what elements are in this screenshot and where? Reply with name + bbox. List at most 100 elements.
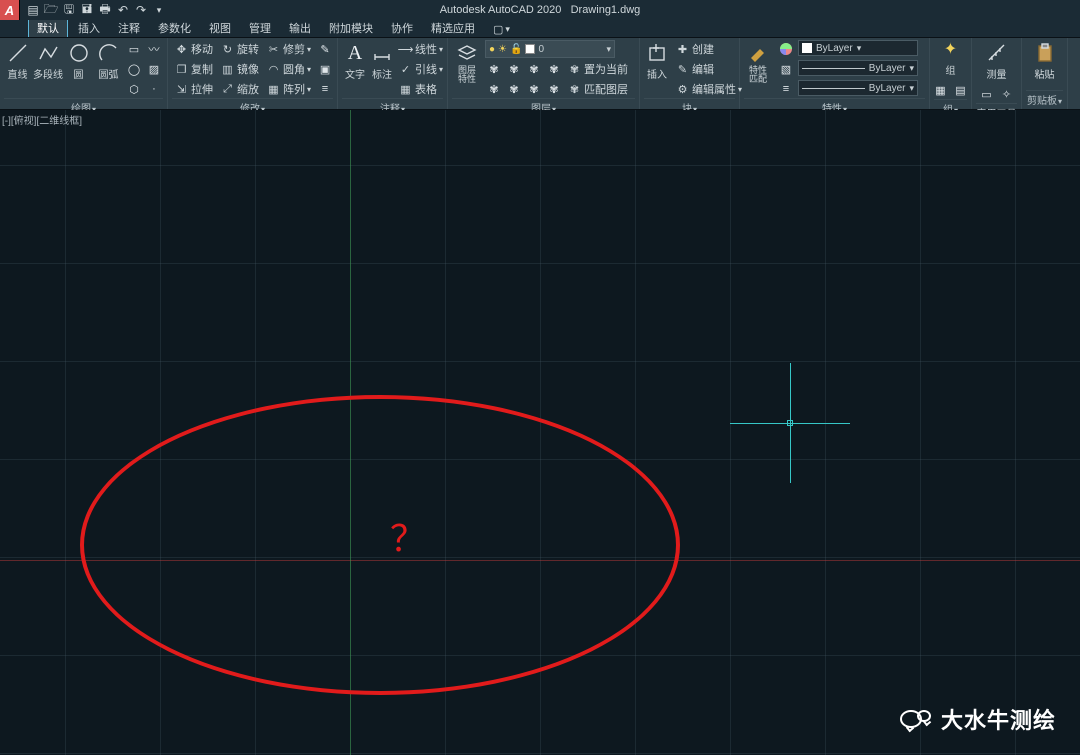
linetype-dropdown[interactable]: ByLayer▾: [798, 80, 918, 96]
viewport-label[interactable]: [-][俯视][二维线框]: [2, 112, 82, 127]
tab-featured[interactable]: 精选应用: [423, 18, 483, 37]
tool-layer-props[interactable]: 图层特性: [452, 40, 482, 85]
saveas-icon[interactable]: 🖬: [80, 3, 94, 17]
lw-preview: [802, 68, 865, 69]
tool-stretch[interactable]: ⇲拉伸: [172, 80, 215, 98]
erase-icon[interactable]: ✎: [316, 40, 334, 58]
panel-clipboard: 粘贴 剪贴板▾: [1022, 38, 1068, 109]
rect-icon[interactable]: ▭: [125, 40, 143, 58]
tab-collab[interactable]: 协作: [383, 18, 421, 37]
plot-icon[interactable]: 🖶: [98, 3, 112, 17]
rotate-icon: ↻: [220, 42, 235, 57]
leader-icon: ✓: [398, 62, 413, 77]
tool-array[interactable]: ▦阵列▾: [264, 80, 313, 98]
tool-table[interactable]: ▦表格: [396, 80, 445, 98]
layer-tool-1[interactable]: ✾: [485, 60, 503, 78]
drawing-viewport[interactable]: [-][俯视][二维线框] ？ 大水牛测绘: [0, 110, 1080, 755]
tool-text[interactable]: A 文字: [342, 40, 368, 82]
layer-tool-7[interactable]: ✾: [525, 80, 543, 98]
text-icon: A: [343, 41, 367, 65]
tool-rotate[interactable]: ↻旋转: [218, 40, 261, 58]
wechat-icon: [900, 710, 931, 728]
tab-more-icon: ▢: [493, 23, 503, 36]
layer-tool-2[interactable]: ✾: [505, 60, 523, 78]
open-icon[interactable]: 🗁: [44, 3, 58, 17]
layer-tool-6[interactable]: ✾: [505, 80, 523, 98]
tool-measure[interactable]: 测量: [983, 40, 1011, 82]
point-icon[interactable]: ·: [145, 80, 163, 98]
panel-clipboard-title[interactable]: 剪贴板▾: [1026, 90, 1063, 109]
tool-arc[interactable]: 圆弧: [95, 40, 122, 82]
layer-tool-4[interactable]: ✾: [545, 60, 563, 78]
layer-value: 0: [538, 44, 544, 55]
color-dropdown[interactable]: ByLayer▾: [798, 40, 918, 56]
block-create[interactable]: ✚创建: [673, 40, 744, 58]
layer-tool-8[interactable]: ✾: [545, 80, 563, 98]
layer-dropdown[interactable]: ● ☀ 🔓 0 ▾: [485, 40, 615, 58]
group-icon[interactable]: ✦: [942, 40, 960, 58]
tab-more[interactable]: ▢ ▾: [485, 21, 518, 37]
panel-draw: 直线 多段线 圆 圆弧 ▭: [0, 38, 168, 109]
save-icon[interactable]: 🖫: [62, 3, 76, 17]
transparency-icon[interactable]: ▧: [777, 60, 795, 78]
util-sub1[interactable]: ▭: [978, 85, 996, 103]
new-icon[interactable]: ▤: [26, 3, 40, 17]
redo-icon[interactable]: ↷: [134, 3, 148, 17]
tool-insert-block[interactable]: 插入: [644, 40, 670, 82]
file-name: Drawing1.dwg: [571, 4, 641, 16]
tab-insert[interactable]: 插入: [70, 18, 108, 37]
spline-icon[interactable]: 〰: [145, 40, 163, 58]
titlebar: A ▤ 🗁 🖫 🖬 🖶 ↶ ↷ ▾ Autodesk AutoCAD 2020 …: [0, 0, 1080, 20]
lineweight-dropdown[interactable]: ByLayer▾: [798, 60, 918, 76]
tab-manage[interactable]: 管理: [241, 18, 279, 37]
polygon-icon[interactable]: ⬡: [125, 80, 143, 98]
layers-icon: [455, 41, 479, 65]
list-icon[interactable]: ≡: [777, 80, 795, 98]
stretch-icon: ⇲: [174, 82, 189, 97]
layer-match[interactable]: ✾匹配图层: [565, 80, 630, 98]
tab-annotate[interactable]: 注释: [110, 18, 148, 37]
undo-icon[interactable]: ↶: [116, 3, 130, 17]
tab-param[interactable]: 参数化: [150, 18, 199, 37]
panel-layers: 图层特性 ● ☀ 🔓 0 ▾ ✾ ✾ ✾ ✾ ✾置为当前: [448, 38, 640, 109]
qat-caret-icon[interactable]: ▾: [152, 3, 166, 17]
tool-paste[interactable]: 粘贴: [1031, 40, 1059, 82]
tool-linear[interactable]: ⟶线性▾: [396, 40, 445, 58]
tool-circle[interactable]: 圆: [65, 40, 92, 82]
explode-icon[interactable]: ▣: [316, 60, 334, 78]
tool-scale[interactable]: ⤢缩放: [218, 80, 261, 98]
group-sub2[interactable]: ▤: [952, 81, 970, 99]
tool-copy[interactable]: ❐复制: [172, 60, 215, 78]
tool-polyline[interactable]: 多段线: [34, 40, 62, 82]
tab-output[interactable]: 输出: [281, 18, 319, 37]
tab-view[interactable]: 视图: [201, 18, 239, 37]
ellipse-icon[interactable]: ◯: [125, 60, 143, 78]
tool-trim[interactable]: ✂修剪▾: [264, 40, 313, 58]
layer-set-current[interactable]: ✾置为当前: [565, 60, 630, 78]
block-edit[interactable]: ✎编辑: [673, 60, 744, 78]
matchprops-icon: [746, 41, 770, 65]
tool-dim[interactable]: 标注: [371, 40, 393, 82]
group-sub1[interactable]: ▦: [932, 81, 950, 99]
current-icon: ✾: [567, 62, 582, 77]
offset-icon[interactable]: ≡: [316, 80, 334, 98]
mirror-icon: ▥: [220, 62, 235, 77]
tool-line[interactable]: 直线: [4, 40, 31, 82]
ribbon: 直线 多段线 圆 圆弧 ▭: [0, 38, 1080, 110]
tool-move[interactable]: ✥移动: [172, 40, 215, 58]
tab-addin[interactable]: 附加模块: [321, 18, 381, 37]
layer-tool-3[interactable]: ✾: [525, 60, 543, 78]
tool-mirror[interactable]: ▥镜像: [218, 60, 261, 78]
lock-icon: 🔓: [510, 44, 522, 55]
tool-leader[interactable]: ✓引线▾: [396, 60, 445, 78]
util-sub2[interactable]: ✧: [998, 85, 1016, 103]
app-logo[interactable]: A: [0, 0, 20, 20]
layer-tool-5[interactable]: ✾: [485, 80, 503, 98]
tool-circle-label: 圆: [74, 66, 84, 81]
move-icon: ✥: [174, 42, 189, 57]
block-attr[interactable]: ⚙编辑属性▾: [673, 80, 744, 98]
tool-fillet[interactable]: ◠圆角▾: [264, 60, 313, 78]
hatch-icon[interactable]: ▨: [145, 60, 163, 78]
tool-match-props[interactable]: 特性匹配: [744, 40, 772, 85]
colorwheel-icon[interactable]: [777, 40, 795, 58]
